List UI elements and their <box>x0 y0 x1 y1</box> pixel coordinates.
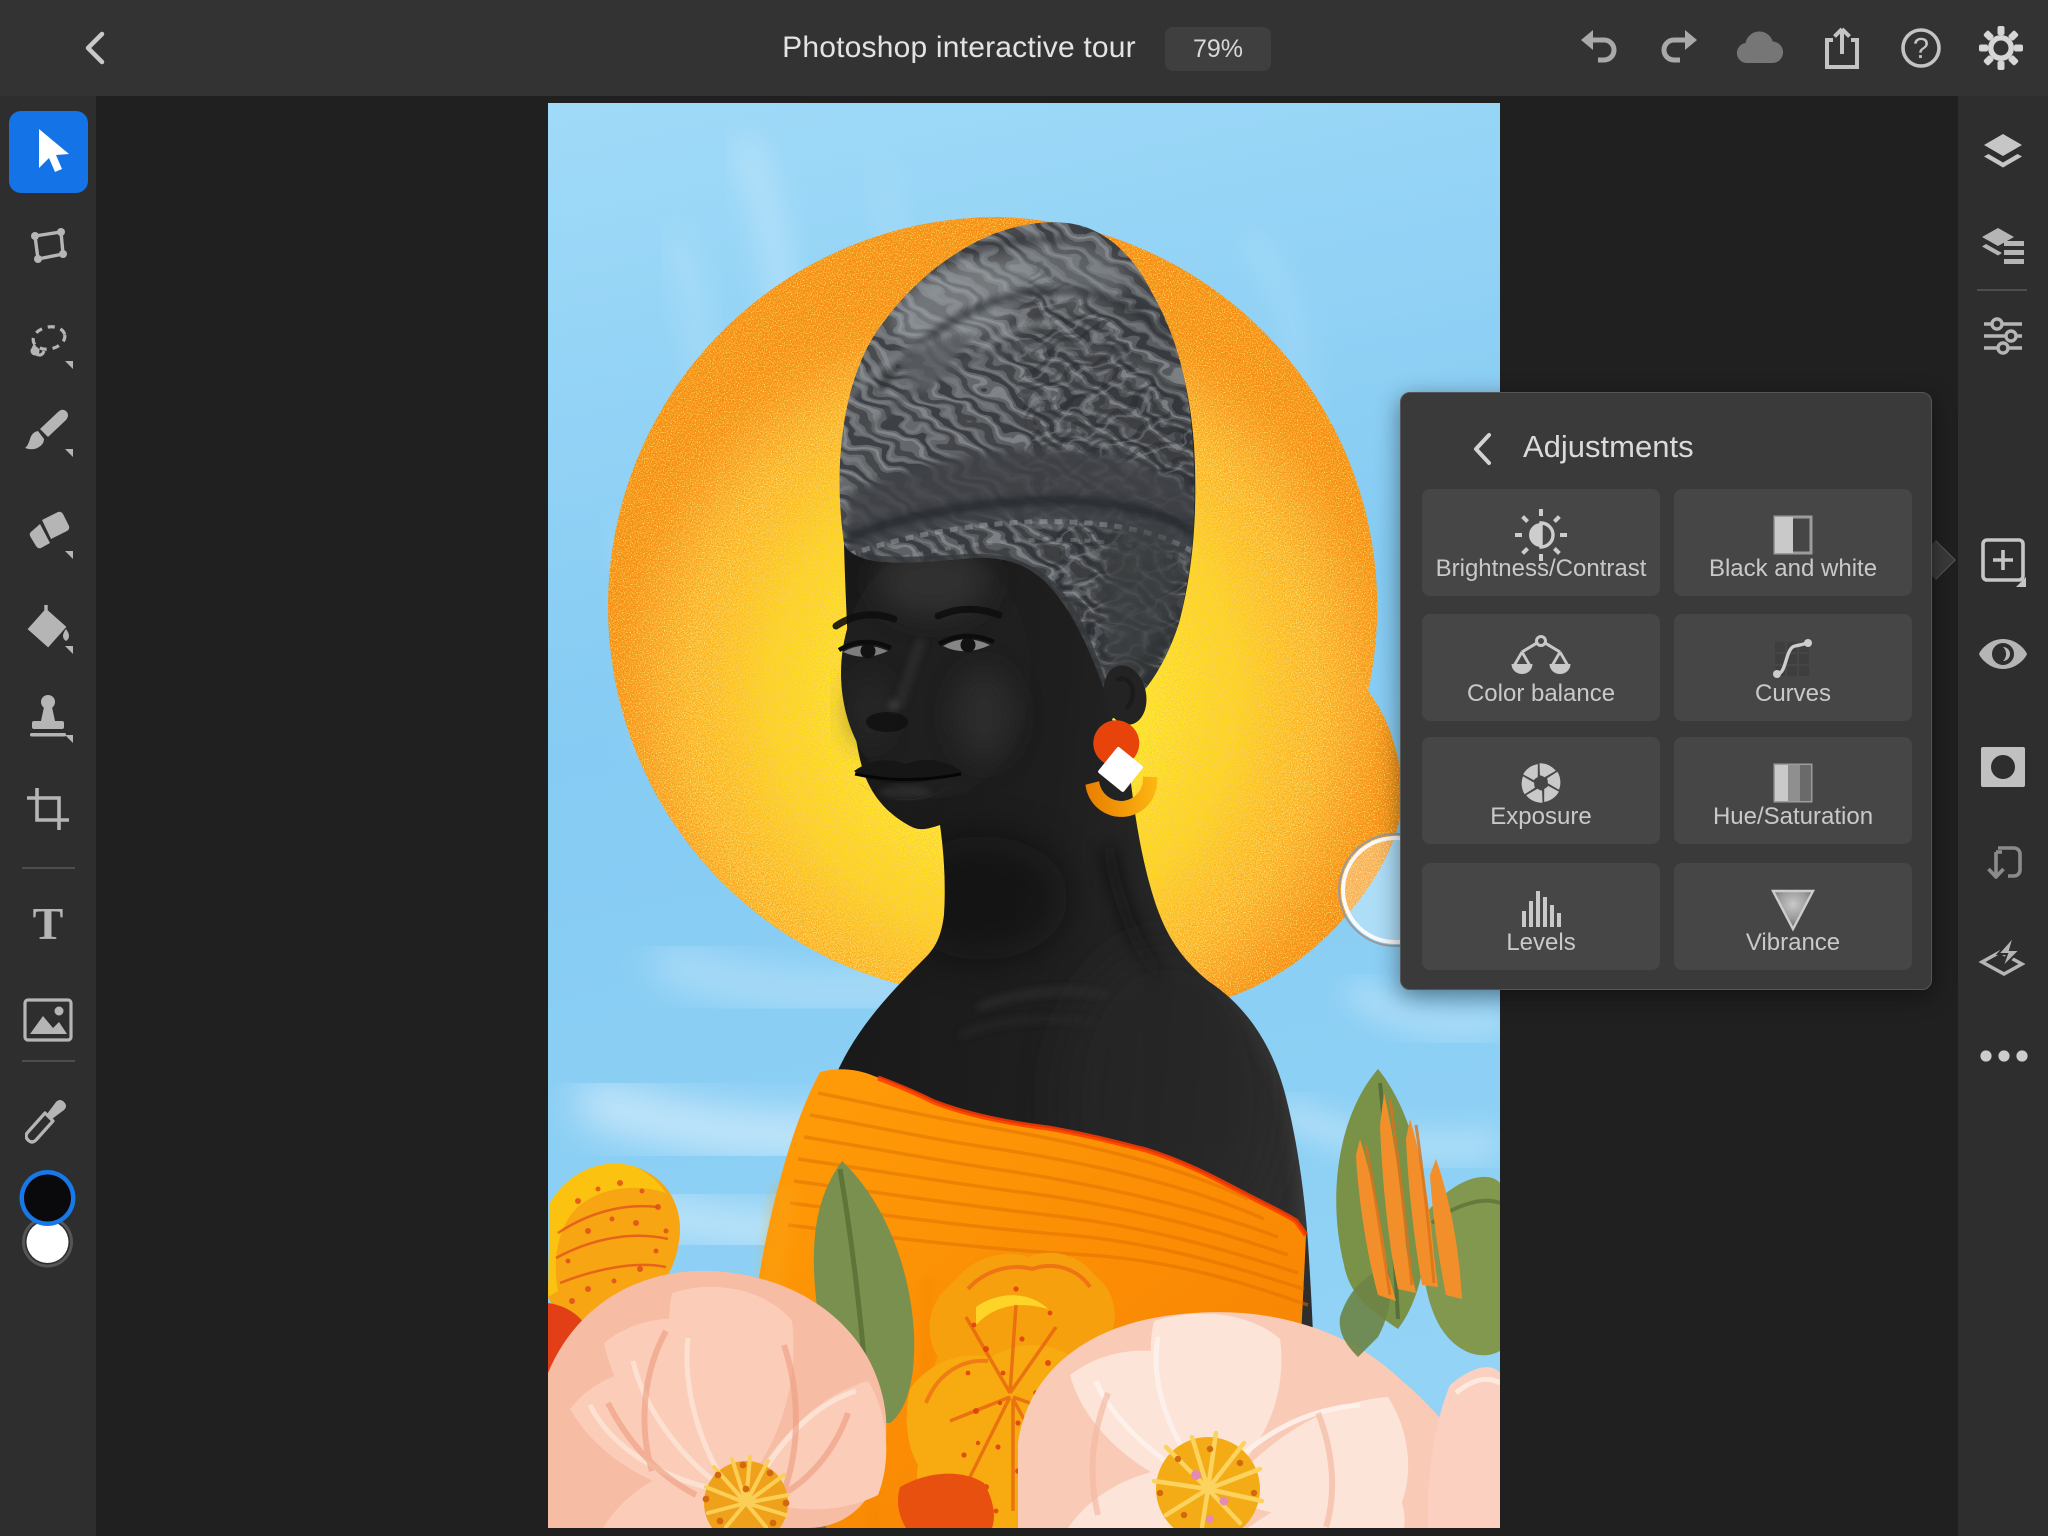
svg-text:?: ? <box>1913 33 1929 65</box>
svg-text:T: T <box>33 899 64 947</box>
